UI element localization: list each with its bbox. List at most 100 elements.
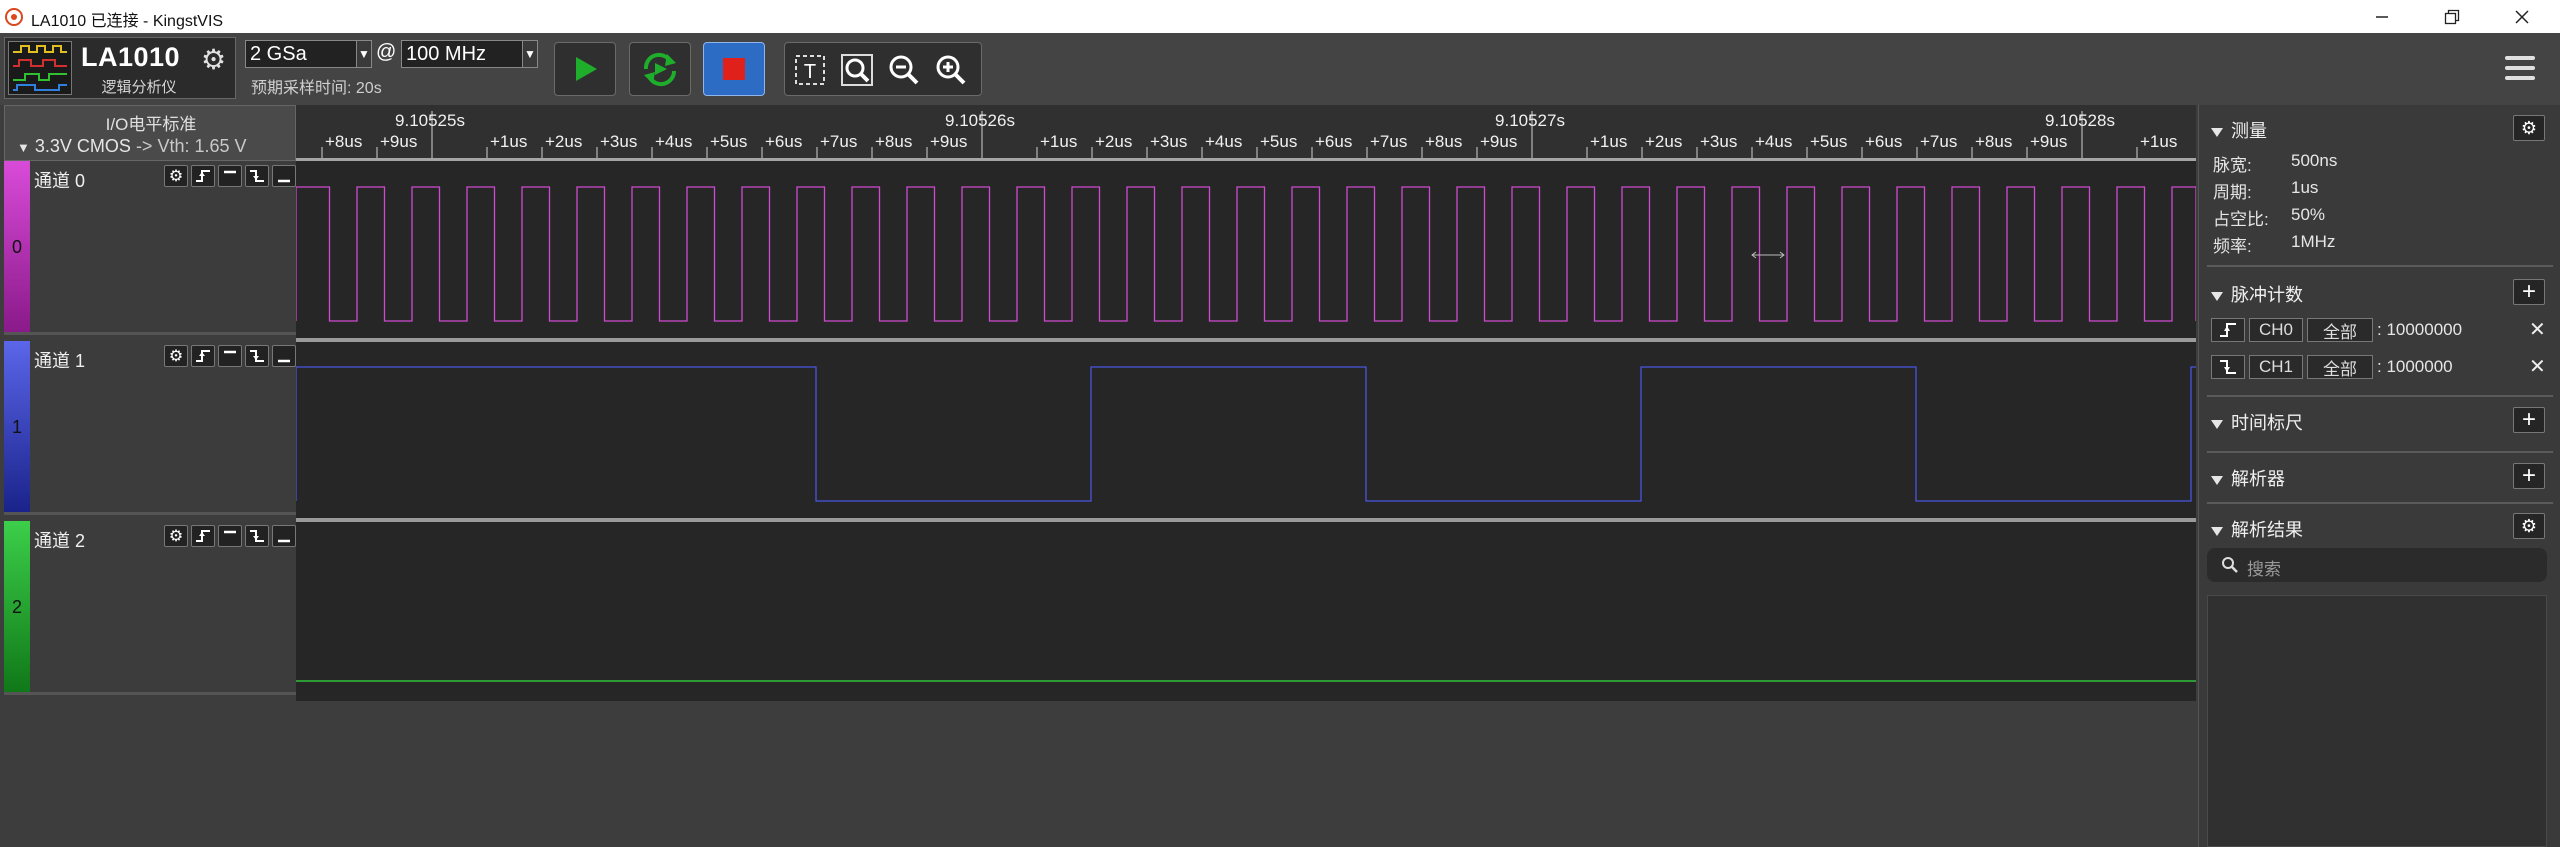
measure-settings-gear-icon[interactable]: ⚙ — [2513, 115, 2545, 141]
decode-results-list[interactable] — [2207, 595, 2547, 847]
add-decoder-button[interactable]: + — [2513, 463, 2545, 489]
sample-rate-value: 100 MHz — [406, 43, 487, 65]
pulse-width-label: 脉宽: — [2213, 156, 2252, 175]
collapse-triangle-icon — [2211, 526, 2223, 536]
decode-results-search[interactable]: 搜索 — [2207, 548, 2547, 582]
stop-icon — [723, 58, 745, 80]
divider — [2207, 395, 2553, 397]
falling-edge-select-icon[interactable] — [2211, 355, 2245, 379]
gear-icon[interactable]: ⚙ — [164, 525, 188, 547]
decoder-section-header[interactable]: 解析器 — [2211, 465, 2285, 491]
restore-icon[interactable] — [2418, 0, 2486, 33]
rising-edge-trigger-icon[interactable] — [191, 345, 215, 367]
ruler-minor-label: +4us — [655, 132, 692, 151]
gear-icon[interactable]: ⚙ — [164, 165, 188, 187]
hamburger-menu-icon[interactable] — [2505, 56, 2535, 84]
waveform-canvas[interactable] — [295, 161, 2197, 701]
ruler-minor-label: +9us — [930, 132, 967, 151]
title-bar: LA1010 已连接 - KingstVIS — [0, 0, 2560, 33]
ruler-minor-label: +8us — [1425, 132, 1462, 151]
device-panel[interactable]: LA1010 逻辑分析仪 ⚙ — [4, 37, 236, 99]
rising-edge-select-icon[interactable] — [2211, 318, 2245, 342]
collapse-triangle-icon — [2211, 475, 2223, 485]
channel-1-panel[interactable]: 1 通道 1 ⚙ — [4, 341, 296, 515]
sample-rate-select[interactable]: 100 MHz ▼ — [401, 40, 538, 68]
collapse-triangle-icon — [2211, 127, 2223, 137]
channel-1-waveform — [295, 366, 2196, 502]
gear-icon[interactable]: ⚙ — [164, 345, 188, 367]
pulse-count-row: CH1 全部 : 1000000 — [2211, 354, 2453, 380]
time-ruler-scale: +8us +9us 9.10525s +1us +2us +3us +4us +5us +6us… — [321, 111, 2177, 158]
ruler-major-label: 9.10526s — [945, 111, 1015, 130]
ruler-minor-label: +2us — [1095, 132, 1132, 151]
ruler-minor-label: +1us — [2140, 132, 2177, 151]
sample-count-value: 2 GSa — [250, 43, 307, 65]
stop-button[interactable] — [703, 42, 765, 96]
ruler-major-label: 9.10528s — [2045, 111, 2115, 130]
divider — [2207, 502, 2553, 504]
ruler-minor-label: +5us — [1260, 132, 1297, 151]
ruler-major-label: 9.10525s — [395, 111, 465, 130]
low-level-trigger-icon[interactable] — [272, 345, 296, 367]
rising-edge-trigger-icon[interactable] — [191, 525, 215, 547]
pulse-channel-select[interactable]: CH1 — [2249, 355, 2303, 379]
time-ruler[interactable]: +8us +9us 9.10525s +1us +2us +3us +4us +5us +6us… — [296, 105, 2196, 161]
ruler-minor-label: +5us — [710, 132, 747, 151]
io-standard-panel[interactable]: I/O电平标准 ▼ 3.3V CMOS -> Vth: 1.65 V — [4, 105, 296, 161]
io-standard-value: 3.3V CMOS — [34, 136, 131, 156]
view-tools: T — [784, 42, 982, 96]
channel-2-panel[interactable]: 2 通道 2 ⚙ — [4, 521, 296, 695]
close-icon[interactable]: ✕ — [2529, 354, 2546, 379]
zoom-fit-icon[interactable] — [840, 53, 874, 87]
measure-section-header[interactable]: 测量 — [2211, 117, 2267, 143]
close-icon[interactable]: ✕ — [2529, 317, 2546, 342]
chevron-down-icon: ▼ — [522, 41, 537, 67]
device-name: LA1010 — [81, 42, 181, 72]
loop-start-button[interactable] — [629, 42, 691, 96]
frequency-value: 1MHz — [2291, 232, 2336, 251]
search-input[interactable]: 搜索 — [2247, 555, 2281, 580]
high-level-trigger-icon[interactable] — [218, 525, 242, 547]
chevron-down-icon: ▼ — [356, 41, 371, 67]
period-label: 周期: — [2213, 183, 2252, 202]
channel-0-index: 0 — [11, 237, 22, 257]
channel-2-name[interactable]: 通道 2 — [34, 527, 85, 553]
decode-results-section-header[interactable]: 解析结果 — [2211, 516, 2303, 542]
pulse-channel-select[interactable]: CH0 — [2249, 318, 2303, 342]
minimize-icon[interactable] — [2348, 0, 2416, 33]
waveform-area[interactable] — [295, 161, 2197, 701]
text-cursor-icon[interactable]: T — [793, 53, 827, 87]
pulse-count-section-header[interactable]: 脉冲计数 — [2211, 281, 2303, 307]
falling-edge-trigger-icon[interactable] — [245, 165, 269, 187]
add-pulse-count-button[interactable]: + — [2513, 279, 2545, 305]
close-icon[interactable] — [2488, 0, 2556, 33]
device-waveform-icon — [8, 41, 72, 95]
channel-0-waveform — [295, 186, 2197, 322]
low-level-trigger-icon[interactable] — [272, 165, 296, 187]
zoom-out-icon[interactable] — [887, 53, 921, 87]
high-level-trigger-icon[interactable] — [218, 165, 242, 187]
timing-ruler-section-header[interactable]: 时间标尺 — [2211, 409, 2303, 435]
sample-count-select[interactable]: 2 GSa ▼ — [245, 40, 372, 68]
channel-0-panel[interactable]: 0 通道 0 ⚙ — [4, 161, 296, 335]
device-settings-gear-icon[interactable]: ⚙ — [201, 46, 226, 74]
zoom-in-icon[interactable] — [934, 53, 968, 87]
falling-edge-trigger-icon[interactable] — [245, 525, 269, 547]
pulse-range-select[interactable]: 全部 — [2307, 318, 2373, 342]
waveform-empty-area — [0, 702, 2196, 847]
start-button[interactable] — [554, 42, 616, 96]
rising-edge-trigger-icon[interactable] — [191, 165, 215, 187]
pulse-width-value: 500ns — [2291, 151, 2338, 170]
falling-edge-trigger-icon[interactable] — [245, 345, 269, 367]
low-level-trigger-icon[interactable] — [272, 525, 296, 547]
decode-results-settings-gear-icon[interactable]: ⚙ — [2513, 513, 2545, 539]
io-standard-select[interactable]: ▼ 3.3V CMOS -> Vth: 1.65 V — [17, 136, 247, 157]
channel-0-name[interactable]: 通道 0 — [34, 167, 85, 193]
channel-1-name[interactable]: 通道 1 — [34, 347, 85, 373]
pulse-range-select[interactable]: 全部 — [2307, 355, 2373, 379]
ruler-minor-label: +1us — [1590, 132, 1627, 151]
add-timing-ruler-button[interactable]: + — [2513, 407, 2545, 433]
high-level-trigger-icon[interactable] — [218, 345, 242, 367]
ruler-minor-label: +8us — [1975, 132, 2012, 151]
ruler-minor-label: +8us — [875, 132, 912, 151]
